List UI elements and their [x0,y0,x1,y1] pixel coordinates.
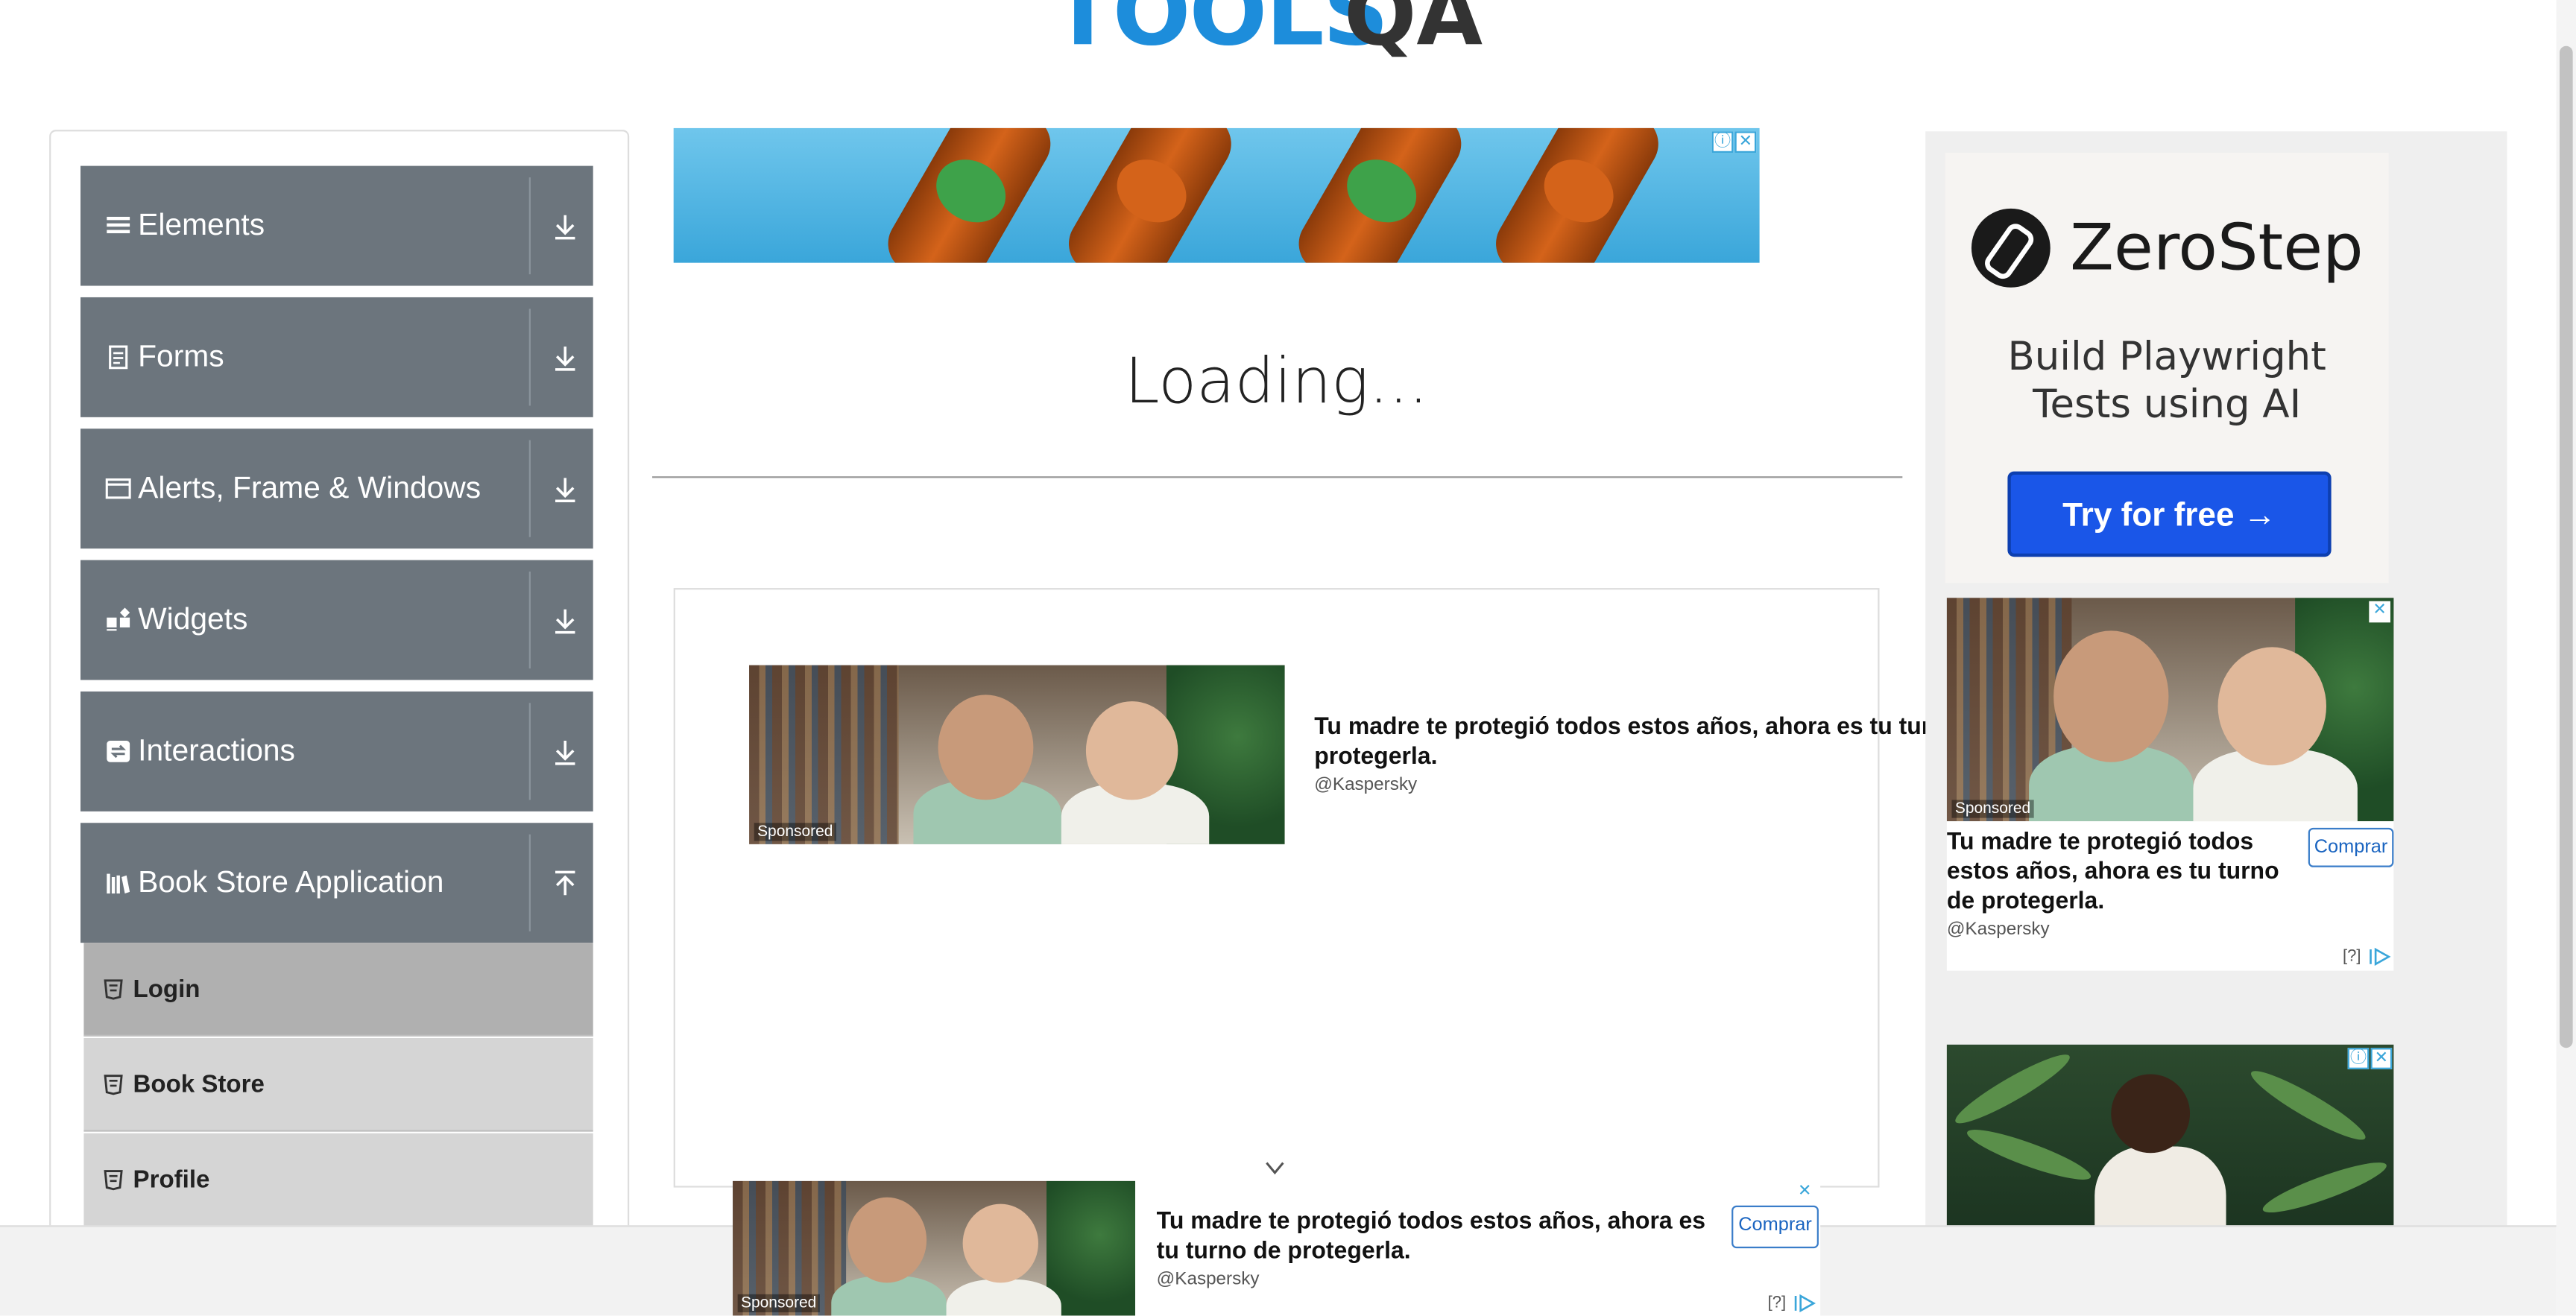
zerostep-tagline: Build Playwright Tests using AI [1945,333,2389,428]
group-label: Elements [138,206,265,242]
sponsored-label: Sponsored [737,1294,820,1313]
ad-headline-line: tu turno de protegerla. [1156,1238,1411,1265]
group-label: Book Store Application [138,864,444,899]
ad-bottle-image [1485,127,1670,263]
bottom-sticky-ad[interactable]: Sponsored Tu madre te protegió todos est… [733,1180,1821,1316]
zerostep-logo-icon [1971,208,2051,288]
group-label: Alerts, Frame & Windows [138,469,482,504]
ad-headline-line: estos años, ahora es tu turno [1946,858,2279,886]
group-divider [528,572,531,669]
fashion-side-ad[interactable]: ⓘ ✕ [1946,1044,2394,1242]
logo-text: TOOLS [1051,0,1389,68]
download-arrow-icon[interactable] [552,475,578,504]
chevron-down-icon[interactable] [1265,1158,1284,1177]
adchoices-icon[interactable]: ⓘ [2347,1048,2370,1069]
group-widgets[interactable]: Widgets [80,560,593,680]
ad-bottle-image [1058,127,1243,263]
download-arrow-icon[interactable] [552,344,578,373]
group-elements[interactable]: Elements [80,165,593,286]
ad-headline-line: Tu madre te protegió todos [1946,829,2254,856]
ad-image[interactable]: Sponsored [733,1180,1136,1316]
window-icon [105,478,131,499]
menu-item-book-store[interactable]: Book Store [83,1037,593,1132]
buy-button[interactable]: Comprar [2308,827,2394,867]
zerostep-ad[interactable]: ZeroStep Build Playwright Tests using AI… [1945,152,2389,583]
group-label: Interactions [138,733,295,768]
download-arrow-icon[interactable] [552,606,578,636]
list-icon [107,216,130,233]
group-label: Widgets [138,601,248,636]
scrollbar-thumb[interactable] [2559,45,2573,1048]
ad-bottle-image [1288,127,1472,263]
loading-text: Loading... [1124,344,1429,417]
tagline-line: Tests using AI [2033,381,2302,428]
group-divider [528,440,531,537]
group-interactions[interactable]: Interactions [80,691,593,812]
ad-headline[interactable]: Tu madre te protegió todos estos años, a… [1314,713,1939,772]
ad-handle[interactable]: @Kaspersky [1314,775,1417,794]
ad-handle[interactable]: @Kaspersky [1157,1270,1260,1289]
scrollbar[interactable] [2556,0,2576,1316]
top-banner-ad[interactable]: ⓘ ✕ [673,127,1760,263]
group-divider [528,834,531,931]
menu-item-profile[interactable]: Profile [83,1133,593,1227]
interactions-icon [107,741,130,762]
left-panel-menu: Elements Forms Alerts, Frame & Windows W… [49,130,630,1279]
menu-item-label: Profile [133,1165,210,1195]
menu-item-label: Login [133,975,201,1004]
group-forms[interactable]: Forms [80,297,593,417]
divider [652,476,1903,478]
upload-arrow-icon[interactable] [552,869,578,899]
ad-headline-line: de protegerla. [1946,888,2105,915]
group-divider [528,703,531,800]
download-arrow-icon[interactable] [552,212,578,241]
ad-help[interactable]: [?] [1768,1294,1787,1312]
toolsqa-logo[interactable]: TOOLS QA [1052,0,1528,79]
ad-headline-line: protegerla. [1314,744,1438,771]
buy-button[interactable]: Comprar [1731,1205,1819,1249]
ad-bottle-image [877,127,1061,263]
form-icon [109,345,128,370]
ad-headline[interactable]: Tu madre te protegió todos estos años, a… [1947,828,2300,917]
ad-image[interactable]: Sponsored [1946,598,2394,822]
try-for-free-button[interactable]: Try for free → [2007,471,2332,557]
html5-icon [104,979,123,1000]
ad-headline-line: Tu madre te protegió todos estos años, a… [1156,1209,1706,1236]
menu-item-login[interactable]: Login [83,943,593,1037]
group-book-store-application[interactable]: Book Store Application [80,823,593,943]
close-ad-icon[interactable]: ✕ [1734,131,1757,153]
page-root: TOOLS QA Elements Forms Alerts, Frame & … [0,0,2576,1316]
books-icon [107,873,130,894]
ad-image[interactable]: Sponsored [749,665,1285,844]
sponsored-label: Sponsored [754,823,836,841]
adchoices-icon[interactable] [2369,947,2392,967]
sponsored-label: Sponsored [1951,800,2034,818]
group-divider [528,177,531,275]
ad-headline[interactable]: Tu madre te protegió todos estos años, a… [1157,1207,1731,1266]
ad-help[interactable]: [?] [2343,948,2361,966]
ad-handle[interactable]: @Kaspersky [1947,920,2050,939]
tagline-line: Build Playwright [2007,333,2326,380]
group-label: Forms [138,338,224,373]
adchoices-icon[interactable] [1794,1294,1817,1313]
download-arrow-icon[interactable] [552,738,578,768]
close-ad-icon[interactable]: ✕ [1793,1182,1816,1204]
group-divider [528,309,531,406]
close-ad-icon[interactable]: ✕ [2369,601,2390,623]
html5-icon [104,1170,123,1191]
ad-headline-line: Tu madre te protegió todos estos años, a… [1314,714,1939,741]
widgets-icon [107,607,130,631]
ad-model-head [2111,1074,2191,1154]
logo-suffix: QA [1343,0,1483,66]
close-ad-icon[interactable]: ✕ [2370,1048,2393,1069]
zerostep-brand: ZeroStep [2070,212,2364,286]
menu-item-label: Book Store [133,1071,265,1099]
adchoices-icon[interactable]: ⓘ [1711,131,1734,153]
group-alerts-frame-windows[interactable]: Alerts, Frame & Windows [80,428,593,549]
html5-icon [104,1075,123,1095]
kaspersky-side-ad[interactable]: Sponsored ✕ Tu madre te protegió todos e… [1946,598,2394,971]
